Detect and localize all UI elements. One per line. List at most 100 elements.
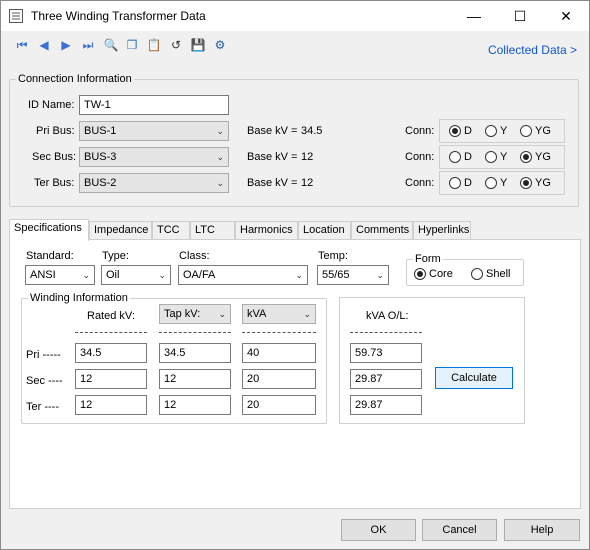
pri-conn-yg-radio[interactable]: [520, 125, 532, 137]
settings-icon[interactable]: ⚙: [211, 36, 229, 54]
temp-label: Temp:: [318, 250, 348, 262]
help-button[interactable]: Help: [504, 519, 580, 541]
sec-tap-kv-input[interactable]: 12: [159, 369, 231, 389]
winding-legend: Winding Information: [30, 292, 128, 304]
pri-conn-y-label: Y: [500, 125, 508, 137]
pri-base-kv-label: Base kV =: [247, 125, 298, 137]
ter-bus-select[interactable]: BUS-2 ⌄: [79, 173, 229, 193]
maximize-button[interactable]: ☐: [497, 1, 543, 31]
tap-kv-value: Tap kV:: [164, 308, 201, 320]
tab-location[interactable]: Location: [298, 221, 351, 240]
kva-value: kVA: [247, 308, 267, 320]
sec-row-label: Sec ----: [26, 375, 63, 387]
tab-impedance[interactable]: Impedance: [89, 221, 152, 240]
sec-rated-kv-input[interactable]: 12: [75, 369, 147, 389]
pri-kva-input[interactable]: 40: [242, 343, 316, 363]
sec-base-kv-value: 12: [301, 151, 314, 163]
next-icon[interactable]: ▶: [57, 36, 75, 54]
ter-row-label: Ter ----: [26, 401, 59, 413]
ter-conn-y-radio[interactable]: [485, 177, 497, 189]
pri-bus-select[interactable]: BUS-1 ⌄: [79, 121, 229, 141]
form-core-label: Core: [429, 268, 453, 280]
cancel-button[interactable]: Cancel: [422, 519, 497, 541]
class-select[interactable]: OA/FA ⌄: [178, 265, 308, 285]
close-button[interactable]: ✕: [543, 1, 589, 31]
paste-icon[interactable]: 📋: [145, 36, 163, 54]
pri-tap-kv-input[interactable]: 34.5: [159, 343, 231, 363]
sec-kva-input[interactable]: 20: [242, 369, 316, 389]
tab-harmonics[interactable]: Harmonics: [235, 221, 298, 240]
sec-conn-yg-label: YG: [535, 151, 551, 163]
pri-conn-label: Conn:: [405, 125, 435, 137]
chevron-down-icon: ⌄: [216, 178, 224, 188]
form-shell-radio[interactable]: [471, 268, 483, 280]
ter-conn-d-radio[interactable]: [449, 177, 461, 189]
ter-base-kv-value: 12: [301, 177, 314, 189]
tab-specifications[interactable]: Specifications: [9, 219, 89, 241]
minimize-button[interactable]: —: [451, 1, 497, 31]
chevron-down-icon: ⌄: [82, 270, 90, 280]
form-shell-label: Shell: [486, 268, 511, 280]
pri-rated-kv-input[interactable]: 34.5: [75, 343, 147, 363]
chevron-down-icon: ⌄: [295, 270, 303, 280]
ter-kva-input[interactable]: 20: [242, 395, 316, 415]
prev-icon[interactable]: ◀: [35, 36, 53, 54]
sec-bus-select[interactable]: BUS-3 ⌄: [79, 147, 229, 167]
type-select[interactable]: Oil ⌄: [101, 265, 171, 285]
first-icon[interactable]: ⏮: [13, 36, 31, 54]
chevron-down-icon: ⌄: [376, 270, 384, 280]
calculate-button[interactable]: Calculate: [435, 367, 513, 389]
sec-conn-y-radio[interactable]: [485, 151, 497, 163]
save-icon[interactable]: 💾: [189, 36, 207, 54]
type-label: Type:: [102, 250, 129, 262]
ter-rated-kv-input[interactable]: 12: [75, 395, 147, 415]
sec-conn-d-radio[interactable]: [449, 151, 461, 163]
ter-conn-d-label: D: [464, 177, 472, 189]
pri-kva-ol-value: 59.73: [350, 343, 422, 363]
ter-conn-y-label: Y: [500, 177, 508, 189]
tap-kv-select[interactable]: Tap kV: ⌄: [159, 304, 231, 324]
pri-conn-y-radio[interactable]: [485, 125, 497, 137]
temp-select[interactable]: 55/65 ⌄: [317, 265, 389, 285]
ter-tap-kv-input[interactable]: 12: [159, 395, 231, 415]
ter-bus-label: Ter Bus:: [34, 177, 75, 189]
form-core-radio[interactable]: [414, 268, 426, 280]
standard-label: Standard:: [26, 250, 74, 262]
tab-hyperlinks[interactable]: Hyperlinks: [413, 221, 471, 240]
dialog-window: Three Winding Transformer Data — ☐ ✕ ⏮ ◀…: [0, 0, 590, 550]
divider: [242, 332, 316, 333]
pri-bus-value: BUS-1: [84, 125, 117, 137]
tab-comments[interactable]: Comments: [351, 221, 413, 240]
chevron-down-icon: ⌄: [303, 309, 311, 319]
class-label: Class:: [179, 250, 210, 262]
ter-conn-yg-radio[interactable]: [520, 177, 532, 189]
temp-value: 55/65: [322, 269, 350, 281]
type-value: Oil: [106, 269, 120, 281]
divider: [159, 332, 231, 333]
pri-bus-label: Pri Bus:: [36, 125, 75, 137]
tab-tcc[interactable]: TCC: [152, 221, 190, 240]
last-icon[interactable]: ⏭: [79, 36, 97, 54]
sec-conn-yg-radio[interactable]: [520, 151, 532, 163]
collected-data-link[interactable]: Collected Data >: [488, 43, 577, 57]
ok-button[interactable]: OK: [341, 519, 416, 541]
pri-conn-d-radio[interactable]: [449, 125, 461, 137]
chevron-down-icon: ⌄: [216, 152, 224, 162]
find-icon[interactable]: 🔍: [102, 36, 120, 54]
kva-select[interactable]: kVA ⌄: [242, 304, 316, 324]
standard-select[interactable]: ANSI ⌄: [25, 265, 95, 285]
chevron-down-icon: ⌄: [216, 126, 224, 136]
app-icon: [9, 9, 23, 23]
tab-ltc[interactable]: LTC: [190, 221, 235, 240]
divider: [75, 332, 147, 333]
ter-conn-yg-label: YG: [535, 177, 551, 189]
id-name-input[interactable]: TW-1: [79, 95, 229, 115]
class-value: OA/FA: [183, 269, 216, 281]
window-title: Three Winding Transformer Data: [31, 9, 206, 23]
pri-conn-yg-label: YG: [535, 125, 551, 137]
ter-conn-label: Conn:: [405, 177, 435, 189]
pri-conn-d-label: D: [464, 125, 472, 137]
copy-icon[interactable]: ❐: [123, 36, 141, 54]
sec-conn-y-label: Y: [500, 151, 508, 163]
undo-icon[interactable]: ↺: [167, 36, 185, 54]
